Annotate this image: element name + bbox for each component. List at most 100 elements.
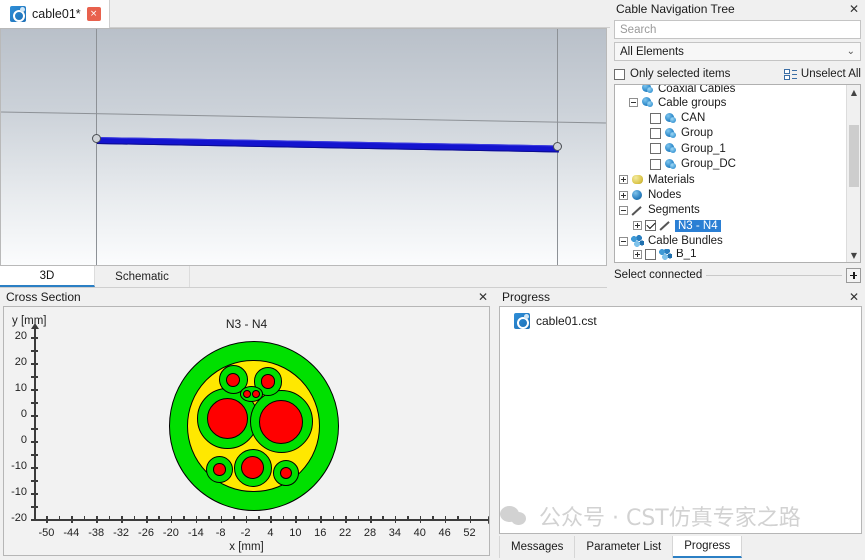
close-icon[interactable]: ✕	[849, 2, 859, 16]
x-tick	[469, 516, 472, 523]
tree-item-group[interactable]: Group	[615, 126, 846, 141]
cable-navigation-tree-title: Cable Navigation Tree	[616, 2, 735, 16]
cable-segment-n3-n4[interactable]	[96, 137, 559, 153]
tree-item-label: Group	[681, 127, 713, 140]
element-filter-select[interactable]: All Elements ⌄	[614, 42, 861, 61]
scrollbar-thumb[interactable]	[849, 125, 859, 187]
x-tick-label: -32	[113, 527, 130, 539]
tree-item-checkbox[interactable]	[650, 158, 661, 170]
tree-item-label: B_1	[676, 248, 697, 260]
x-axis-arrow	[488, 516, 489, 524]
y-tick	[31, 480, 38, 482]
cable-navigation-tree-list[interactable]: Coaxial Cables Cable groups CAN Group Gr…	[614, 84, 861, 263]
document-tab-cable01[interactable]: cable01* ×	[0, 0, 110, 28]
x-tick	[195, 516, 198, 523]
add-button[interactable]	[846, 267, 861, 283]
node-n4[interactable]	[553, 142, 562, 151]
cross-section-plot[interactable]: y [mm] N3 - N4 x [mm] 20 20 10 0 0 -10 -10 -20-…	[3, 306, 490, 556]
tree-item-checkbox[interactable]	[650, 143, 661, 155]
tabstrip-empty-area	[105, 0, 610, 27]
expand-icon[interactable]	[619, 190, 628, 200]
tree-item-cable-groups[interactable]: Cable groups	[615, 95, 846, 110]
y-axis-arrow	[31, 323, 39, 329]
x-tick	[345, 516, 347, 523]
tree-scrollbar[interactable]: ▲ ▼	[846, 85, 860, 262]
tree-item-checkbox[interactable]	[650, 127, 661, 139]
conductor-top-right-core	[260, 374, 275, 389]
close-icon[interactable]: ✕	[849, 290, 859, 304]
tree-item-b-1[interactable]: B_1	[615, 248, 846, 260]
view-tabstrip: 3D Schematic	[0, 266, 607, 288]
x-tick	[295, 516, 297, 523]
x-tick	[146, 516, 148, 523]
cross-section-title: Cross Section	[6, 290, 81, 304]
tree-item-checkbox[interactable]	[645, 220, 656, 232]
tree-item-coaxial-cables[interactable]: Coaxial Cables	[615, 85, 846, 95]
y-tick	[31, 363, 38, 365]
expand-icon[interactable]	[619, 175, 628, 185]
cable-group-icon	[641, 85, 654, 95]
tab-3d-label: 3D	[39, 269, 55, 282]
x-tick-label: -50	[38, 527, 55, 539]
collapse-icon[interactable]	[619, 236, 628, 246]
unselect-all-button[interactable]: Unselect All	[783, 68, 861, 80]
x-minor-tick	[258, 516, 260, 521]
close-icon[interactable]: ✕	[478, 290, 488, 304]
tab-parameter-list[interactable]: Parameter List	[575, 536, 674, 558]
tab-schematic[interactable]: Schematic	[95, 266, 190, 287]
node-n3[interactable]	[92, 134, 101, 143]
x-tick-label: 52	[463, 527, 476, 539]
tree-item-can[interactable]: CAN	[615, 110, 846, 125]
x-tick	[394, 516, 397, 523]
grid-line-horizon	[1, 111, 606, 124]
x-tick-label: 16	[314, 527, 327, 539]
scroll-up-icon[interactable]: ▲	[847, 85, 860, 99]
material-icon	[631, 173, 644, 186]
collapse-icon[interactable]	[629, 98, 638, 108]
x-tick	[96, 516, 98, 523]
search-input[interactable]: Search	[614, 20, 861, 39]
y-tick-label: 0	[20, 434, 27, 446]
expand-icon[interactable]	[633, 249, 642, 259]
collapse-icon[interactable]	[619, 205, 628, 215]
x-tick-label: -26	[138, 527, 154, 539]
progress-list[interactable]: cable01.cst	[499, 306, 862, 534]
application-window: cable01* × 3D Schematic Cable Navigation…	[0, 0, 865, 560]
x-tick	[320, 516, 322, 523]
tree-item-group-dc[interactable]: Group_DC	[615, 157, 846, 172]
tree-item-segments[interactable]: Segments	[615, 203, 846, 218]
cross-section-panel: Cross Section ✕ y [mm] N3 - N4 x [mm] 20…	[0, 288, 494, 560]
x-minor-tick	[208, 516, 210, 521]
x-tick	[71, 516, 73, 523]
x-tick-label: -20	[162, 527, 179, 539]
tree-item-materials[interactable]: Materials	[615, 172, 846, 187]
plot-canvas: 20 20 10 0 0 -10 -10 -20 -50 -44 -38 -32 -26 -20 -14 -8…	[4, 307, 489, 555]
tree-item-checkbox[interactable]	[645, 248, 656, 260]
tree-item-group-1[interactable]: Group_1	[615, 141, 846, 156]
close-icon[interactable]: ×	[86, 7, 101, 21]
tab-messages-label: Messages	[511, 541, 564, 553]
x-tick-label: 4	[267, 527, 274, 539]
tab-progress[interactable]: Progress	[673, 536, 743, 558]
segment-icon	[659, 219, 672, 232]
conductor-top-left-core	[226, 372, 241, 387]
progress-item-label: cable01.cst	[536, 314, 597, 328]
only-selected-items-checkbox[interactable]	[614, 68, 625, 80]
tree-item-nodes[interactable]: Nodes	[615, 187, 846, 202]
node-icon	[631, 189, 644, 202]
tab-3d[interactable]: 3D	[0, 266, 95, 287]
scroll-down-icon[interactable]: ▼	[847, 248, 860, 262]
tab-messages[interactable]: Messages	[499, 536, 576, 558]
x-tick	[370, 516, 372, 523]
y-tick-label: -10	[11, 486, 27, 498]
expand-icon[interactable]	[633, 221, 642, 231]
tree-item-checkbox[interactable]	[650, 112, 661, 124]
tree-item-n3-n4[interactable]: N3 - N4	[615, 218, 846, 233]
document-tab-label: cable01*	[32, 7, 81, 21]
tab-parameter-list-label: Parameter List	[586, 541, 662, 553]
tree-item-cable-bundles[interactable]: Cable Bundles	[615, 234, 846, 249]
progress-title: Progress	[502, 290, 551, 304]
divider	[706, 274, 842, 276]
3d-viewport[interactable]	[0, 28, 607, 266]
progress-list-item[interactable]: cable01.cst	[500, 307, 861, 329]
